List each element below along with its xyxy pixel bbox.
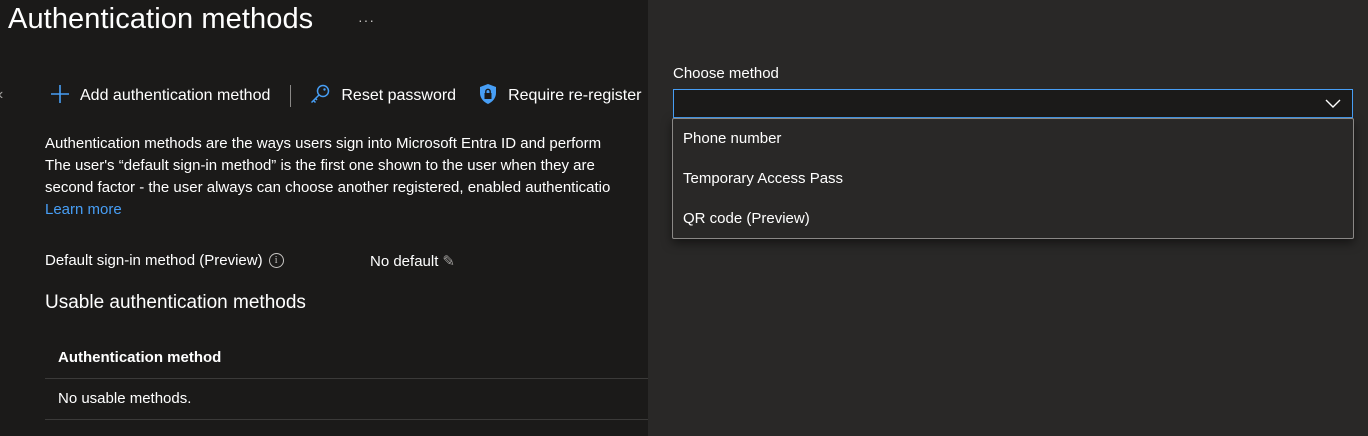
- plus-icon: [50, 84, 70, 109]
- usable-methods-title: Usable authentication methods: [45, 292, 306, 313]
- collapse-chevron-icon[interactable]: ‹: [0, 86, 3, 104]
- default-sign-in-method-label: Default sign-in method (Preview): [45, 252, 263, 269]
- require-reregister-button[interactable]: Require re-register: [478, 83, 641, 110]
- reset-password-button[interactable]: Reset password: [309, 83, 456, 110]
- option-qr-code[interactable]: QR code (Preview): [673, 199, 1353, 239]
- description-line: second factor - the user always can choo…: [45, 179, 611, 196]
- table-empty-row: No usable methods.: [45, 379, 648, 420]
- option-temporary-access-pass[interactable]: Temporary Access Pass: [673, 159, 1353, 199]
- column-header-authentication-method[interactable]: Authentication method: [45, 338, 648, 379]
- ellipsis-icon[interactable]: ···: [358, 12, 375, 28]
- default-sign-in-value: No default ✎: [370, 252, 455, 271]
- chevron-down-icon: [1324, 94, 1342, 117]
- choose-method-label: Choose method: [673, 65, 779, 82]
- description-line: The user's “default sign-in method” is t…: [45, 157, 595, 174]
- shield-lock-icon: [478, 83, 498, 110]
- description-text: Authentication methods are the ways user…: [45, 133, 648, 221]
- usable-methods-table: Authentication method No usable methods.: [45, 338, 648, 420]
- add-authentication-method-label: Add authentication method: [80, 87, 271, 104]
- default-sign-in-value-text: No default: [370, 252, 439, 270]
- default-sign-in-method-row: Default sign-in method (Preview) i: [45, 252, 284, 269]
- reset-password-label: Reset password: [341, 87, 457, 104]
- toolbar-divider: [290, 85, 292, 107]
- key-icon: [309, 83, 331, 110]
- learn-more-link[interactable]: Learn more: [45, 201, 122, 218]
- info-icon[interactable]: i: [268, 253, 284, 268]
- page-title: Authentication methods: [8, 3, 314, 35]
- choose-method-dropdown[interactable]: [673, 89, 1353, 118]
- add-authentication-method-button[interactable]: Add authentication method: [50, 84, 270, 109]
- add-method-panel: Choose method Phone number Temporary Acc…: [648, 0, 1368, 436]
- edit-pencil-icon[interactable]: ✎: [442, 252, 455, 270]
- description-line: Authentication methods are the ways user…: [45, 135, 602, 152]
- command-bar: Add authentication method Reset password…: [50, 82, 641, 110]
- require-reregister-label: Require re-register: [508, 87, 642, 104]
- dropdown-menu: Phone number Temporary Access Pass QR co…: [672, 118, 1354, 239]
- option-phone-number[interactable]: Phone number: [673, 119, 1353, 159]
- main-pane: Authentication methods ··· ‹ Add authent…: [0, 0, 648, 436]
